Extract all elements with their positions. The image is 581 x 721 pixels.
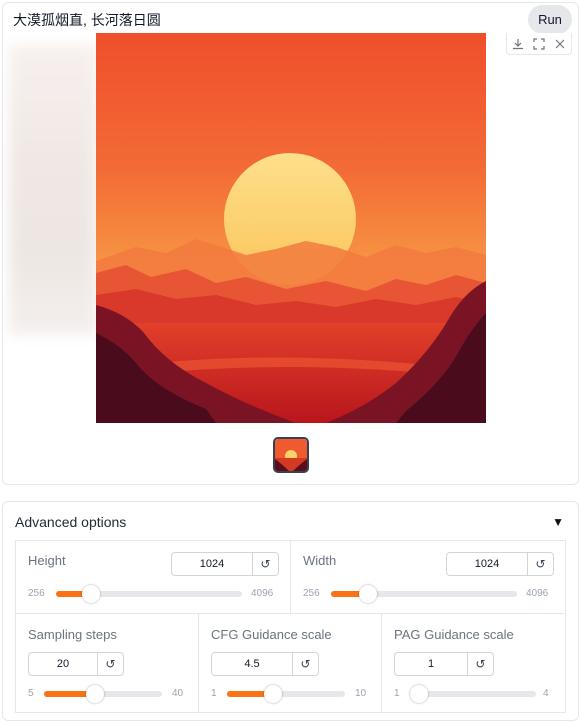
blurred-preview bbox=[9, 45, 97, 335]
prompt-input[interactable]: 大漠孤烟直, 长河落日圆 bbox=[13, 10, 161, 30]
width-min: 256 bbox=[303, 588, 320, 599]
sampling-steps-label: Sampling steps bbox=[28, 627, 117, 642]
cfg-scale-number-input[interactable]: 4.5 ↺ bbox=[211, 652, 319, 676]
cfg-scale-slider[interactable] bbox=[227, 685, 345, 703]
close-icon[interactable] bbox=[552, 36, 568, 52]
sampling-steps-slider[interactable] bbox=[44, 685, 162, 703]
pag-scale-number-input[interactable]: 1 ↺ bbox=[394, 652, 494, 676]
height-min: 256 bbox=[28, 588, 45, 599]
advanced-options-title: Advanced options bbox=[15, 514, 127, 530]
height-max: 4096 bbox=[251, 588, 274, 599]
height-number-input[interactable]: 1024 ↺ bbox=[171, 552, 279, 576]
height-slider-thumb[interactable] bbox=[82, 585, 101, 603]
advanced-options-panel: Advanced options ▼ Height 1024 ↺ 256 409… bbox=[2, 501, 579, 721]
sampling-steps-setting: Sampling steps 20 ↺ 5 40 bbox=[15, 613, 199, 713]
cfg-scale-label: CFG Guidance scale bbox=[211, 627, 332, 642]
cfg-scale-slider-thumb[interactable] bbox=[264, 685, 283, 703]
width-value[interactable]: 1024 bbox=[447, 553, 527, 575]
height-setting: Height 1024 ↺ 256 4096 bbox=[15, 540, 291, 614]
sampling-steps-min: 5 bbox=[28, 688, 34, 699]
pag-scale-min: 1 bbox=[394, 688, 400, 699]
width-slider[interactable] bbox=[331, 585, 517, 603]
height-slider[interactable] bbox=[56, 585, 242, 603]
pag-scale-slider[interactable] bbox=[410, 685, 536, 703]
sampling-steps-reset-icon[interactable]: ↺ bbox=[97, 653, 123, 675]
height-reset-icon[interactable]: ↺ bbox=[252, 553, 278, 575]
width-reset-icon[interactable]: ↺ bbox=[527, 553, 553, 575]
thumbnail-image[interactable] bbox=[273, 437, 309, 473]
width-number-input[interactable]: 1024 ↺ bbox=[446, 552, 554, 576]
sampling-steps-value[interactable]: 20 bbox=[29, 653, 97, 675]
pag-scale-max: 4 bbox=[543, 688, 549, 699]
run-button[interactable]: Run bbox=[528, 5, 572, 34]
width-max: 4096 bbox=[526, 588, 549, 599]
cfg-scale-value[interactable]: 4.5 bbox=[212, 653, 292, 675]
sampling-steps-slider-thumb[interactable] bbox=[85, 685, 104, 703]
generated-image bbox=[96, 33, 486, 423]
sampling-steps-number-input[interactable]: 20 ↺ bbox=[28, 652, 124, 676]
download-icon[interactable] bbox=[510, 36, 526, 52]
pag-scale-value[interactable]: 1 bbox=[395, 653, 467, 675]
cfg-scale-min: 1 bbox=[211, 688, 217, 699]
fullscreen-icon[interactable] bbox=[531, 36, 547, 52]
cfg-scale-reset-icon[interactable]: ↺ bbox=[292, 653, 318, 675]
width-slider-thumb[interactable] bbox=[359, 585, 378, 603]
pag-scale-setting: PAG Guidance scale 1 ↺ 1 4 bbox=[381, 613, 566, 713]
width-label: Width bbox=[303, 553, 337, 568]
image-gallery bbox=[2, 33, 579, 485]
collapse-toggle-icon[interactable]: ▼ bbox=[552, 515, 564, 529]
prompt-bar: 大漠孤烟直, 长河落日圆 Run bbox=[2, 2, 579, 34]
cfg-scale-max: 10 bbox=[355, 688, 367, 699]
height-value[interactable]: 1024 bbox=[172, 553, 252, 575]
width-setting: Width 1024 ↺ 256 4096 bbox=[290, 540, 566, 614]
height-label: Height bbox=[28, 553, 66, 568]
pag-scale-slider-thumb[interactable] bbox=[410, 685, 428, 703]
pag-scale-label: PAG Guidance scale bbox=[394, 627, 514, 642]
gallery-toolbar bbox=[506, 33, 572, 55]
sampling-steps-max: 40 bbox=[172, 688, 184, 699]
cfg-scale-setting: CFG Guidance scale 4.5 ↺ 1 10 bbox=[198, 613, 382, 713]
pag-scale-reset-icon[interactable]: ↺ bbox=[467, 653, 493, 675]
